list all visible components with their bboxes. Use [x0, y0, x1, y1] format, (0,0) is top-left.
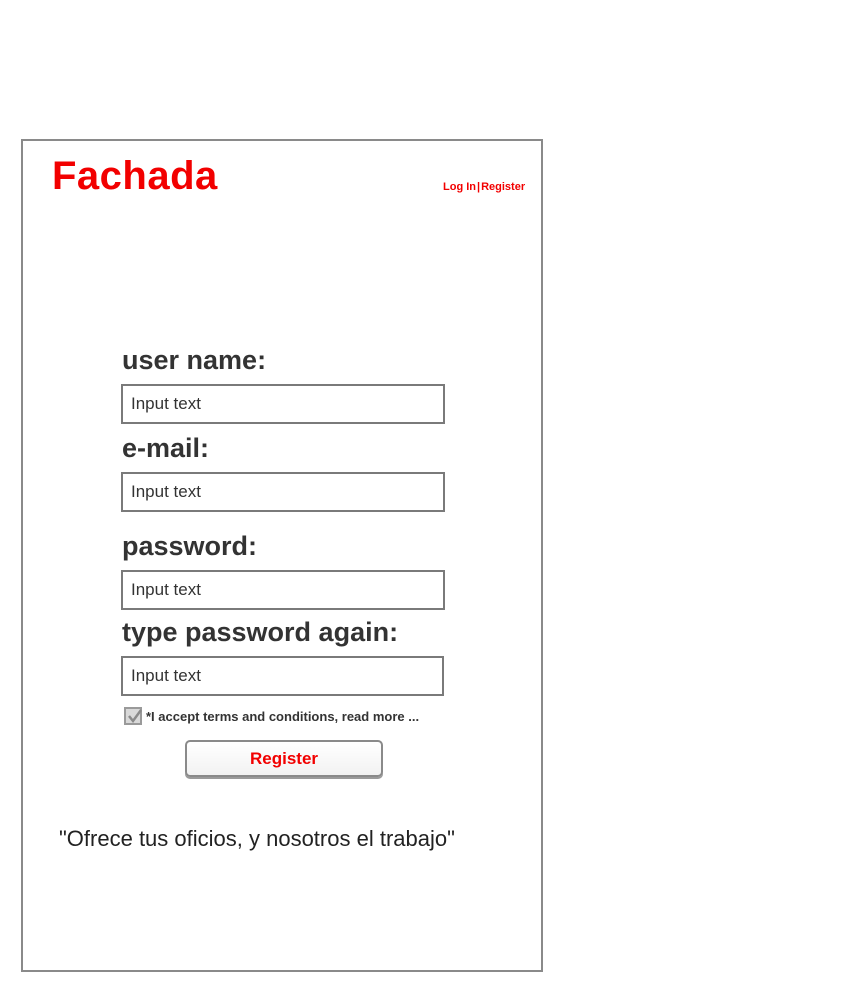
password-again-input[interactable]	[121, 656, 444, 696]
auth-links: Log In|Register	[443, 180, 525, 194]
terms-text[interactable]: *I accept terms and conditions, read mor…	[146, 709, 419, 724]
terms-checkbox[interactable]	[124, 707, 143, 725]
terms-row: *I accept terms and conditions, read mor…	[124, 707, 419, 725]
login-link[interactable]: Log In	[443, 181, 476, 193]
username-input[interactable]	[121, 384, 445, 424]
register-link[interactable]: Register	[481, 181, 525, 193]
auth-separator: |	[477, 181, 481, 193]
brand-logo: Fachada	[52, 154, 218, 198]
password-input[interactable]	[121, 570, 445, 610]
password-label: password:	[122, 531, 258, 561]
register-button[interactable]: Register	[185, 740, 383, 777]
email-input[interactable]	[121, 472, 445, 512]
frame-divider	[21, 139, 23, 208]
username-label: user name:	[122, 345, 267, 375]
check-icon	[128, 709, 143, 724]
slogan: "Ofrece tus oficios, y nosotros el traba…	[59, 826, 455, 851]
password-again-label: type password again:	[122, 617, 399, 647]
email-label: e-mail:	[122, 433, 210, 463]
